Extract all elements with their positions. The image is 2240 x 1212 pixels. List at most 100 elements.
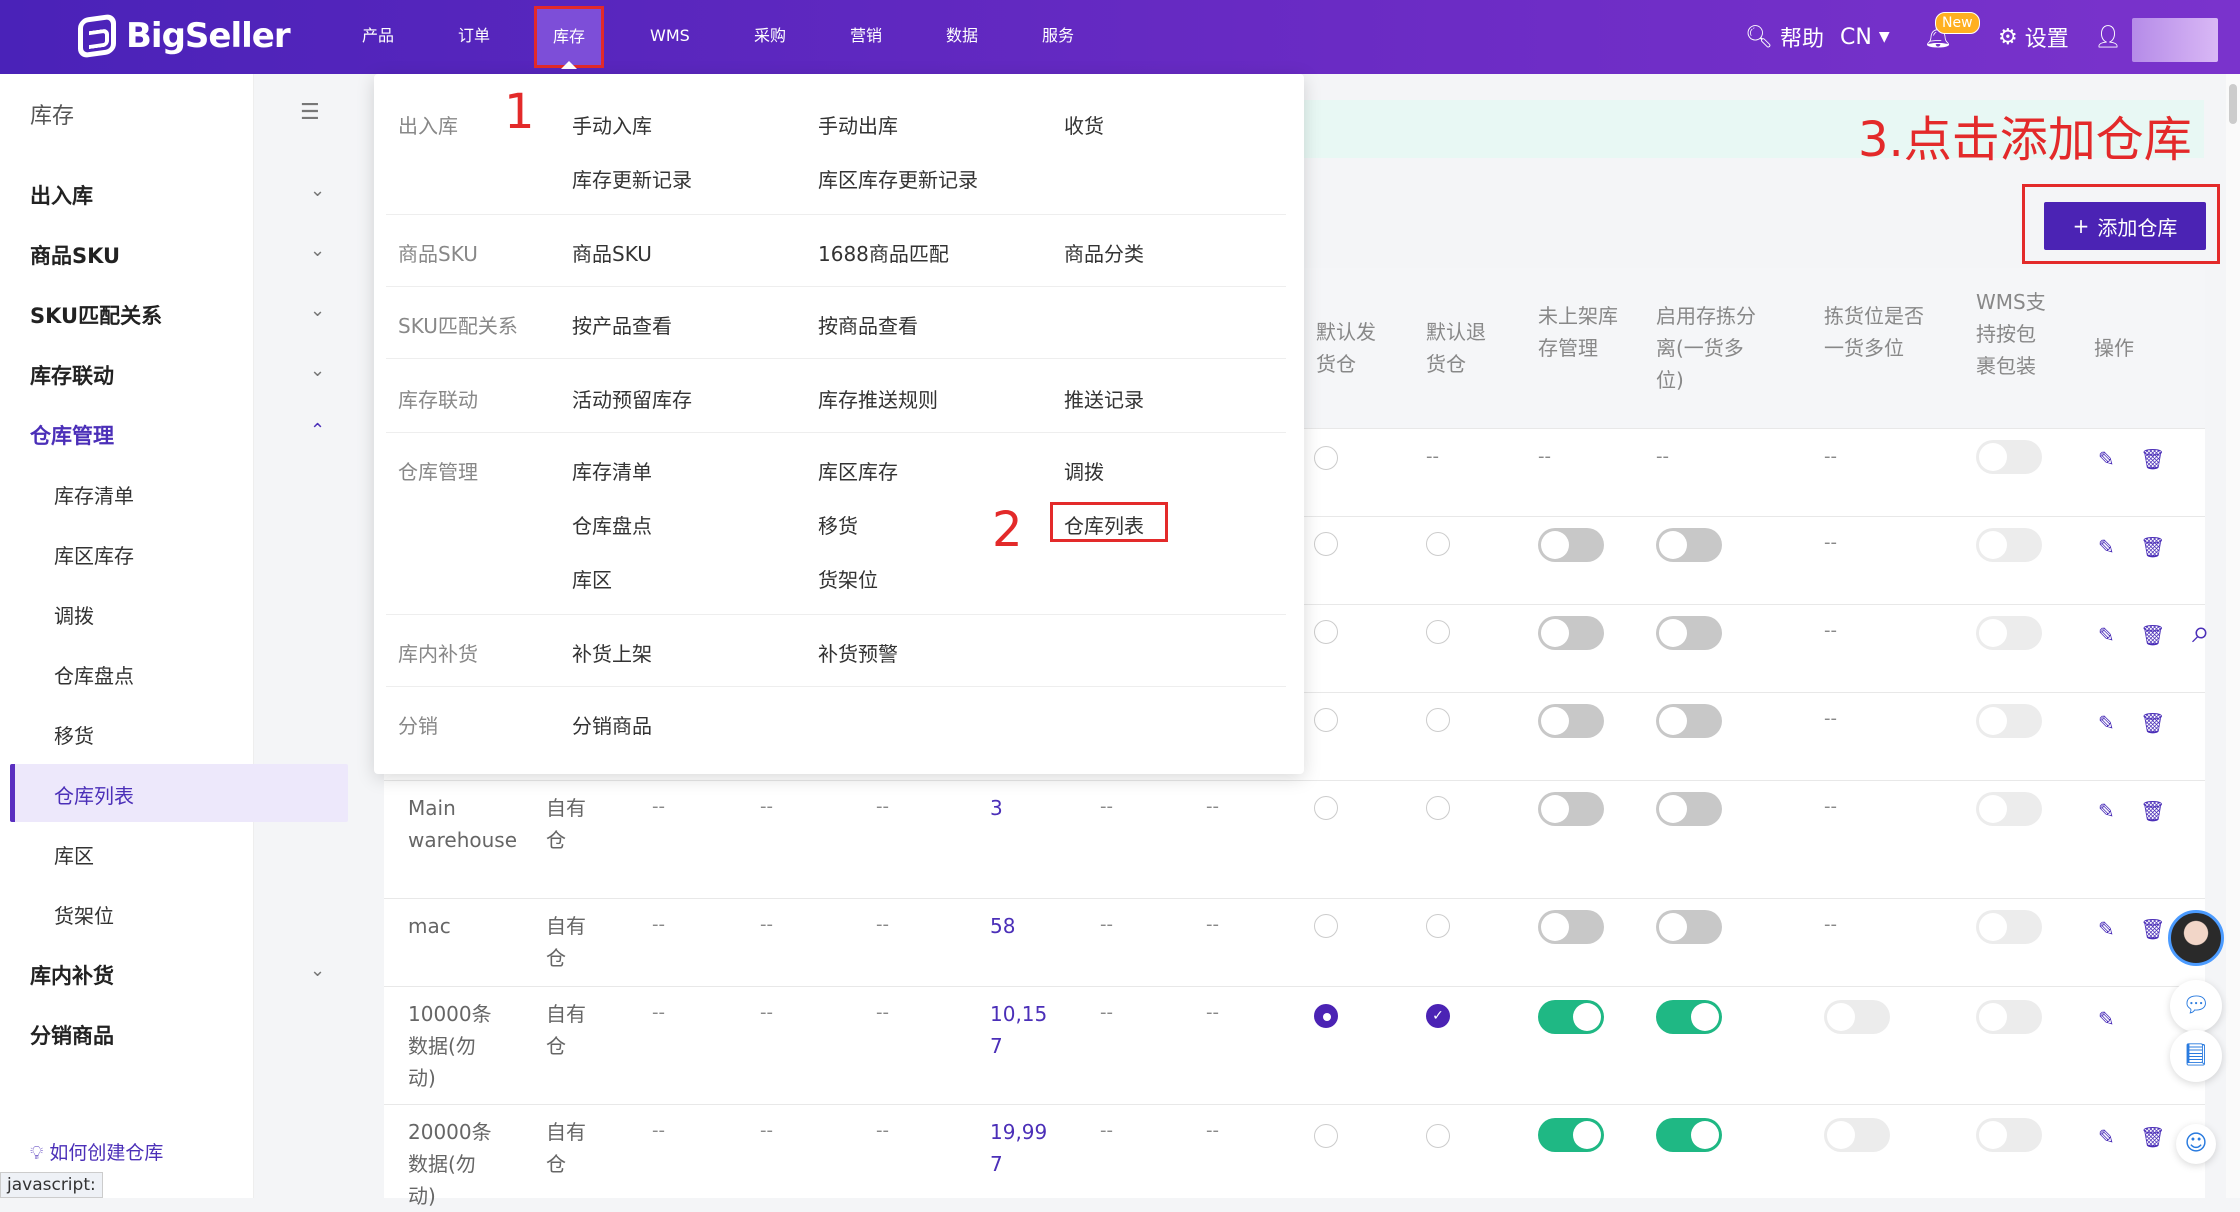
unshelved-toggle[interactable] xyxy=(1538,704,1604,738)
nav-data[interactable]: 数据 xyxy=(946,18,978,54)
multi-location-toggle[interactable] xyxy=(1824,1000,1890,1034)
menu-item-push-log[interactable]: 推送记录 xyxy=(1064,384,1144,413)
unshelved-toggle[interactable] xyxy=(1538,910,1604,944)
default-return-radio[interactable] xyxy=(1426,620,1450,644)
sidebar-group-sync[interactable]: 库存联动 xyxy=(30,360,330,390)
table-row-count-link[interactable]: 58 xyxy=(990,910,1015,942)
edit-icon[interactable]: ✎ xyxy=(2098,536,2120,558)
default-ship-radio[interactable] xyxy=(1314,532,1338,556)
trash-icon[interactable]: 🗑︎ xyxy=(2140,448,2165,470)
menu-item-manual-inbound[interactable]: 手动入库 xyxy=(572,110,652,139)
pick-separation-toggle-on[interactable] xyxy=(1656,1118,1722,1152)
menu-item-sku-category[interactable]: 商品分类 xyxy=(1064,238,1144,267)
nav-products[interactable]: 产品 xyxy=(362,18,394,54)
pick-separation-toggle[interactable] xyxy=(1656,704,1722,738)
sidebar-group-inout[interactable]: 出入库 xyxy=(30,180,330,210)
nav-services[interactable]: 服务 xyxy=(1042,18,1074,54)
sidebar-item-shelf[interactable]: 货架位 xyxy=(54,900,114,929)
default-return-radio[interactable] xyxy=(1426,914,1450,938)
sidebar-item-zone[interactable]: 库区 xyxy=(54,840,94,869)
unshelved-toggle[interactable] xyxy=(1538,792,1604,826)
default-return-check-icon[interactable]: ✓ xyxy=(1426,1004,1450,1028)
menu-item-receiving[interactable]: 收货 xyxy=(1064,110,1104,139)
menu-item-stock-update-log[interactable]: 库存更新记录 xyxy=(572,164,692,193)
sidebar-item-warehouse-list[interactable]: 仓库列表 xyxy=(54,780,134,809)
sidebar-item-transfer[interactable]: 调拨 xyxy=(54,600,94,629)
default-ship-radio[interactable] xyxy=(1314,446,1338,470)
default-ship-radio-selected[interactable] xyxy=(1314,1004,1338,1028)
menu-item-stocktake[interactable]: 仓库盘点 xyxy=(572,510,652,539)
menu-item-move[interactable]: 移货 xyxy=(818,510,858,539)
trash-icon[interactable]: 🗑︎ xyxy=(2140,712,2165,734)
default-return-radio[interactable] xyxy=(1426,1124,1450,1148)
float-search-icon[interactable]: ⌕ xyxy=(2192,612,2210,651)
default-ship-radio[interactable] xyxy=(1314,620,1338,644)
nav-purchase[interactable]: 采购 xyxy=(754,18,786,54)
menu-item-manual-outbound[interactable]: 手动出库 xyxy=(818,110,898,139)
collapse-sidebar-icon[interactable]: ☰ xyxy=(300,100,320,125)
help-link[interactable]: 🔍︎ 帮助 xyxy=(1745,0,1824,74)
add-warehouse-button[interactable]: + 添加仓库 xyxy=(2044,202,2206,250)
sidebar-group-replenish[interactable]: 库内补货 xyxy=(30,960,330,990)
menu-item-warehouse-list[interactable]: 仓库列表 xyxy=(1064,510,1144,539)
menu-item-sku[interactable]: 商品SKU xyxy=(572,238,652,267)
trash-icon[interactable]: 🗑︎ xyxy=(2140,624,2165,646)
settings-link[interactable]: ⚙ 设置 xyxy=(1998,0,2069,74)
help-tip-link[interactable]: 💡︎ 如何创建仓库 xyxy=(30,1138,163,1165)
default-ship-radio[interactable] xyxy=(1314,796,1338,820)
menu-item-zone[interactable]: 库区 xyxy=(572,564,612,593)
nav-marketing[interactable]: 营销 xyxy=(850,18,882,54)
package-toggle[interactable] xyxy=(1976,1118,2042,1152)
bigseller-logo[interactable]: BigSeller xyxy=(78,13,291,59)
pick-separation-toggle[interactable] xyxy=(1656,910,1722,944)
sidebar-group-distribution[interactable]: 分销商品 xyxy=(30,1020,330,1050)
table-row-count-link[interactable]: 10,157 xyxy=(990,998,1050,1062)
sidebar-item-stocktake[interactable]: 仓库盘点 xyxy=(54,660,134,689)
table-row-count-link[interactable]: 19,997 xyxy=(990,1116,1050,1180)
menu-item-by-product[interactable]: 按产品查看 xyxy=(572,310,672,339)
menu-item-zone-stock-update-log[interactable]: 库区库存更新记录 xyxy=(818,164,978,193)
sidebar-group-sku[interactable]: 商品SKU xyxy=(30,240,330,270)
edit-icon[interactable]: ✎ xyxy=(2098,800,2120,822)
sidebar-item-zone-stock[interactable]: 库区库存 xyxy=(54,540,134,569)
menu-item-distribution-goods[interactable]: 分销商品 xyxy=(572,710,652,739)
package-toggle[interactable] xyxy=(1976,1000,2042,1034)
package-toggle[interactable] xyxy=(1976,616,2042,650)
unshelved-toggle-on[interactable] xyxy=(1538,1000,1604,1034)
default-return-radio[interactable] xyxy=(1426,708,1450,732)
nav-wms[interactable]: WMS xyxy=(650,18,690,54)
package-toggle[interactable] xyxy=(1976,528,2042,562)
menu-item-by-item[interactable]: 按商品查看 xyxy=(818,310,918,339)
chat-icon[interactable]: 💬︎ xyxy=(2170,980,2222,1032)
smile-icon[interactable]: ☺ xyxy=(2176,1124,2216,1164)
trash-icon[interactable]: 🗑︎ xyxy=(2140,1126,2165,1148)
package-toggle[interactable] xyxy=(1976,910,2042,944)
nav-orders[interactable]: 订单 xyxy=(458,18,490,54)
pick-separation-toggle[interactable] xyxy=(1656,792,1722,826)
menu-item-shelf[interactable]: 货架位 xyxy=(818,564,878,593)
default-ship-radio[interactable] xyxy=(1314,914,1338,938)
menu-item-stock-list[interactable]: 库存清单 xyxy=(572,456,652,485)
menu-item-transfer[interactable]: 调拨 xyxy=(1064,456,1104,485)
unshelved-toggle-on[interactable] xyxy=(1538,1118,1604,1152)
default-ship-radio[interactable] xyxy=(1314,708,1338,732)
scrollbar[interactable] xyxy=(2226,74,2240,1198)
menu-item-reserved-stock[interactable]: 活动预留库存 xyxy=(572,384,692,413)
default-ship-radio[interactable] xyxy=(1314,1124,1338,1148)
table-row-count-link[interactable]: 3 xyxy=(990,792,1003,824)
menu-item-replenish-shelve[interactable]: 补货上架 xyxy=(572,638,652,667)
trash-icon[interactable]: 🗑︎ xyxy=(2140,800,2165,822)
trash-icon[interactable]: 🗑︎ xyxy=(2140,918,2165,940)
sidebar-group-warehouse[interactable]: 仓库管理 xyxy=(30,420,330,450)
edit-icon[interactable]: ✎ xyxy=(2098,712,2120,734)
pick-separation-toggle-on[interactable] xyxy=(1656,1000,1722,1034)
package-toggle[interactable] xyxy=(1976,792,2042,826)
sidebar-group-sku-match[interactable]: SKU匹配关系 xyxy=(30,300,330,330)
book-icon[interactable]: 📘︎ xyxy=(2170,1030,2222,1082)
edit-icon[interactable]: ✎ xyxy=(2098,918,2120,940)
pick-separation-toggle[interactable] xyxy=(1656,616,1722,650)
edit-icon[interactable]: ✎ xyxy=(2098,1126,2120,1148)
package-toggle[interactable] xyxy=(1976,704,2042,738)
sidebar-item-move[interactable]: 移货 xyxy=(54,720,94,749)
unshelved-toggle[interactable] xyxy=(1538,616,1604,650)
